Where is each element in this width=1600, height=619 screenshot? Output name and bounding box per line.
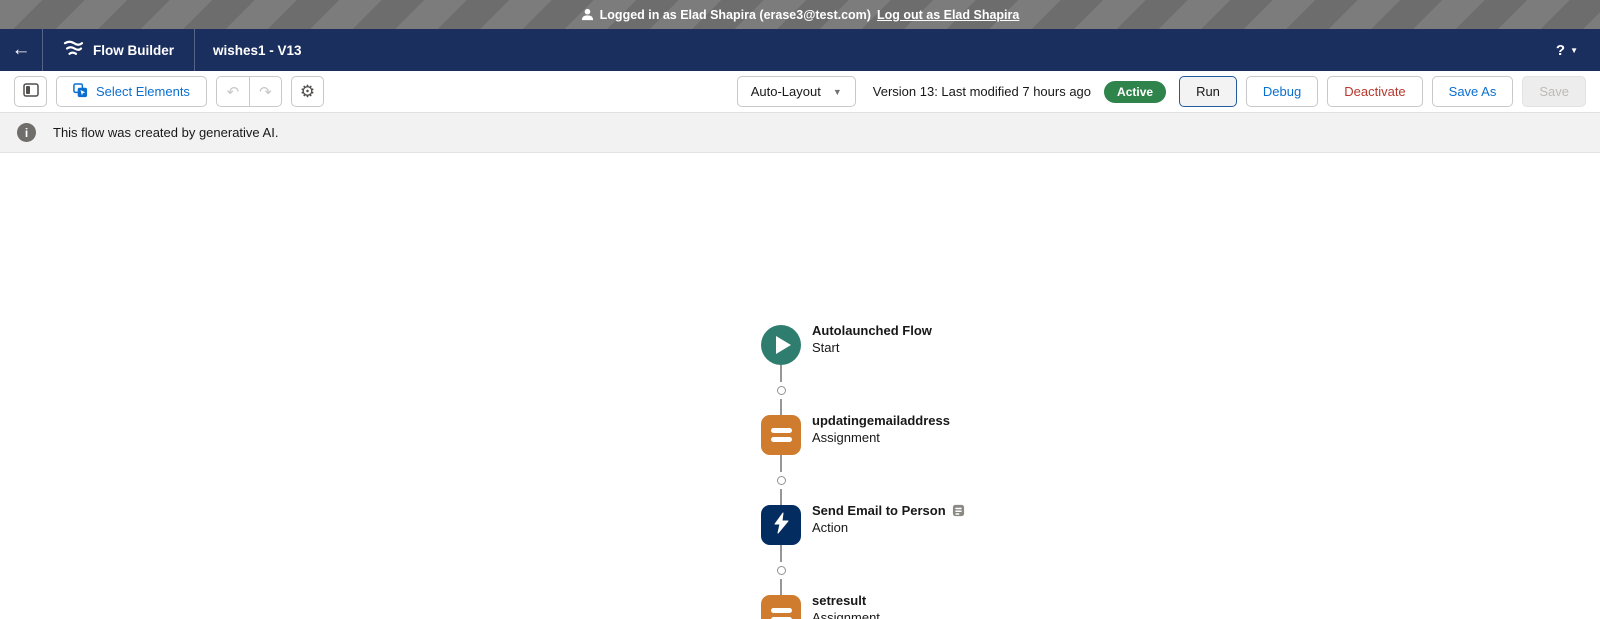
flow-title-label: wishes1 - V13 — [195, 29, 320, 71]
add-element-button[interactable] — [777, 476, 786, 485]
flow-builder-logo-icon — [63, 40, 83, 60]
back-button[interactable]: ← — [0, 29, 42, 71]
undo-icon: ↶ — [227, 83, 240, 101]
run-button[interactable]: Run — [1179, 76, 1237, 107]
node-subtitle: Assignment — [812, 610, 880, 619]
deactivate-button[interactable]: Deactivate — [1327, 76, 1422, 107]
gear-icon: ⚙ — [300, 83, 315, 100]
node-title: updatingemailaddress — [812, 413, 950, 428]
connector — [777, 545, 786, 595]
layout-dropdown[interactable]: Auto-Layout ▼ — [737, 76, 856, 107]
node-subtitle: Action — [812, 520, 965, 535]
logout-link[interactable]: Log out as Elad Shapira — [877, 8, 1019, 22]
node-label: updatingemailaddress Assignment — [812, 413, 950, 445]
save-button[interactable]: Save — [1522, 76, 1586, 107]
node-label: Autolaunched Flow Start — [812, 323, 932, 355]
flow-node-start[interactable]: Autolaunched Flow Start — [761, 325, 801, 365]
redo-button[interactable]: ↷ — [249, 76, 282, 107]
app-name-label: Flow Builder — [93, 43, 174, 58]
node-title-text: Send Email to Person — [812, 503, 946, 518]
select-elements-button[interactable]: Select Elements — [56, 76, 207, 107]
flow-node-updatingemailaddress[interactable]: updatingemailaddress Assignment — [761, 415, 801, 455]
redo-icon: ↷ — [259, 83, 272, 101]
flow-node-send-email[interactable]: Send Email to Person Action — [761, 505, 801, 545]
flow-toolbar: Select Elements ↶ ↷ ⚙ Auto-Layout ▼ Vers… — [0, 71, 1600, 113]
flow-node-setresult[interactable]: setresult Assignment — [761, 595, 801, 619]
node-subtitle: Start — [812, 340, 932, 355]
panel-toggle-icon — [23, 83, 39, 100]
app-title: Flow Builder — [43, 29, 194, 71]
undo-button[interactable]: ↶ — [216, 76, 249, 107]
layout-dropdown-value: Auto-Layout — [751, 84, 821, 99]
action-node-icon — [761, 505, 801, 545]
add-element-button[interactable] — [777, 386, 786, 395]
assignment-node-icon — [761, 595, 801, 619]
connector — [777, 455, 786, 505]
version-status-text: Version 13: Last modified 7 hours ago — [873, 84, 1091, 99]
login-status-bar: Logged in as Elad Shapira (erase3@test.c… — [0, 0, 1600, 29]
back-arrow-icon: ← — [12, 39, 31, 61]
node-title: Autolaunched Flow — [812, 323, 932, 338]
equals-icon — [771, 608, 792, 619]
equals-icon — [771, 428, 792, 442]
node-title: Send Email to Person — [812, 503, 965, 518]
flow-canvas[interactable]: Autolaunched Flow Start updatingemailadd… — [0, 153, 1600, 619]
help-menu-button[interactable]: ? ▼ — [1556, 29, 1600, 71]
node-label: Send Email to Person Action — [812, 503, 965, 535]
generative-ai-banner: i This flow was created by generative AI… — [0, 113, 1600, 153]
login-status-text: Logged in as Elad Shapira (erase3@test.c… — [600, 8, 871, 22]
save-as-button[interactable]: Save As — [1432, 76, 1514, 107]
node-label: setresult Assignment — [812, 593, 880, 619]
toggle-panel-button[interactable] — [14, 76, 47, 107]
info-icon: i — [17, 123, 36, 142]
select-elements-icon — [73, 83, 88, 101]
select-elements-label: Select Elements — [96, 84, 190, 99]
banner-text: This flow was created by generative AI. — [53, 125, 278, 140]
add-element-button[interactable] — [777, 566, 786, 575]
start-node-icon — [761, 325, 801, 365]
lightning-icon — [771, 512, 791, 539]
flow-settings-button[interactable]: ⚙ — [291, 76, 324, 107]
description-icon[interactable] — [952, 504, 965, 517]
play-icon — [776, 336, 791, 354]
status-badge: Active — [1104, 81, 1166, 103]
chevron-down-icon: ▼ — [833, 87, 842, 97]
debug-button[interactable]: Debug — [1246, 76, 1318, 107]
flow-builder-header: ← Flow Builder wishes1 - V13 ? ▼ — [0, 29, 1600, 71]
chevron-down-icon: ▼ — [1570, 46, 1578, 55]
person-icon — [581, 8, 594, 21]
node-subtitle: Assignment — [812, 430, 950, 445]
assignment-node-icon — [761, 415, 801, 455]
help-icon: ? — [1556, 42, 1565, 59]
node-title: setresult — [812, 593, 880, 608]
connector — [777, 365, 786, 415]
flow-column: Autolaunched Flow Start updatingemailadd… — [761, 325, 801, 619]
